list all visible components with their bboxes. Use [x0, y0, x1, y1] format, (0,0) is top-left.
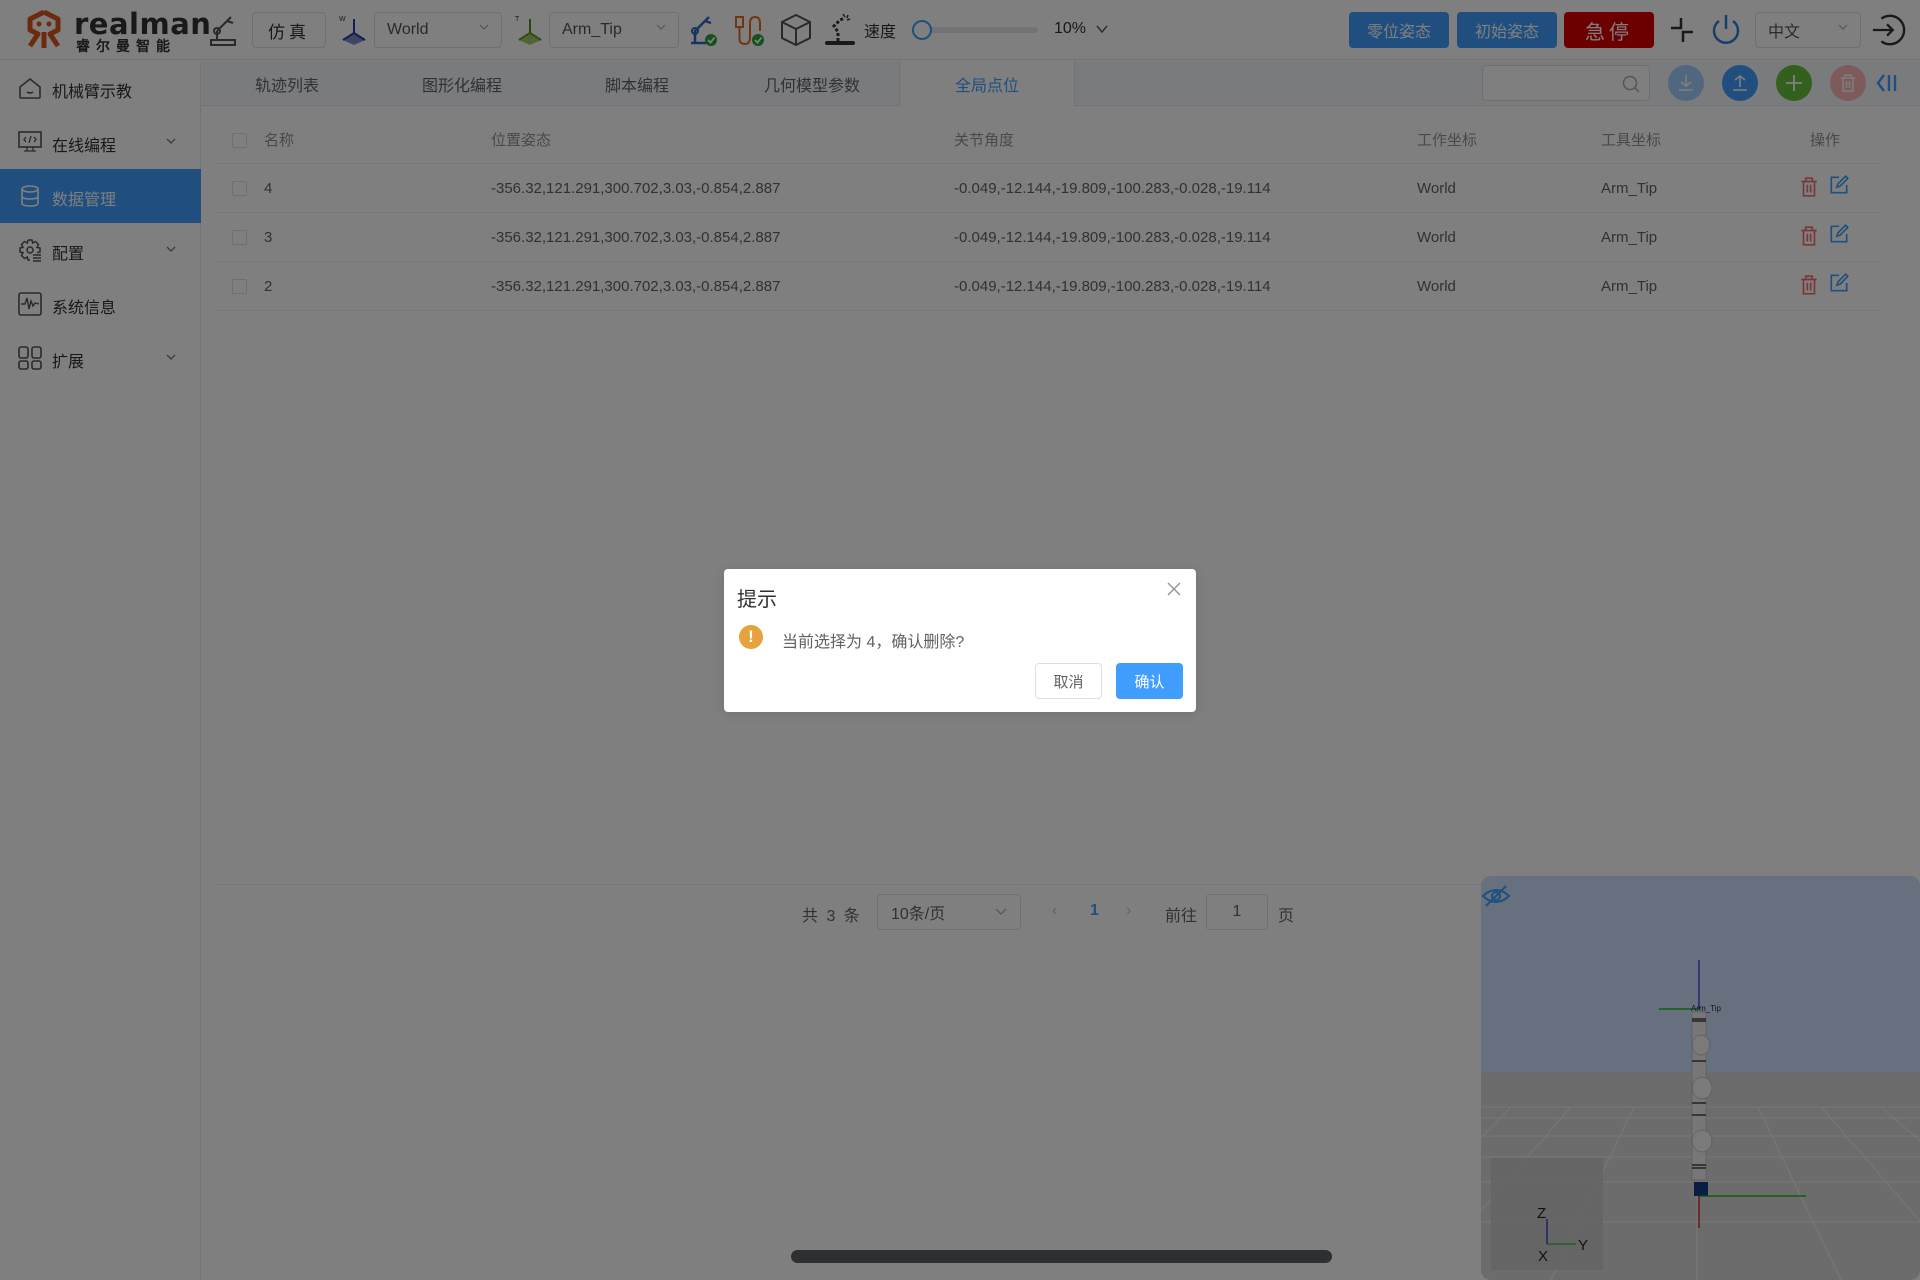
- confirm-delete-dialog: 提示 ! 当前选择为 4，确认删除? 取消 确认: [724, 569, 1196, 712]
- dialog-message: 当前选择为 4，确认删除?: [782, 634, 965, 651]
- close-icon[interactable]: [1166, 581, 1182, 597]
- dialog-title: 提示: [737, 589, 777, 611]
- warning-icon: !: [739, 625, 763, 649]
- confirm-button[interactable]: 确认: [1116, 663, 1183, 699]
- cancel-button[interactable]: 取消: [1035, 663, 1102, 699]
